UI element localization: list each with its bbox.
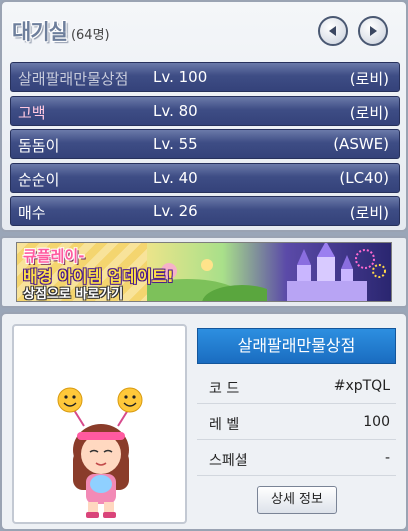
level-row: 레 벨 100 [197, 404, 396, 440]
player-list: 살래팔래만물상점 Lv. 100 (로비) 고백 Lv. 80 (로비) 돔돔이… [10, 62, 400, 230]
detail-info-button[interactable]: 상세 정보 [257, 486, 337, 514]
title-row: 대기실 (64명) [12, 16, 110, 46]
arrow-left-icon [329, 26, 336, 36]
player-row[interactable]: 매수 Lv. 26 (로비) [10, 196, 400, 226]
player-row[interactable]: 순순이 Lv. 40 (LC40) [10, 162, 400, 193]
shop-banner[interactable]: 큐플레이- 배경 아이템 업데이트! 상점으로 바로가기 [16, 242, 392, 302]
code-value: #xpTQL [333, 378, 390, 394]
avatar [57, 387, 143, 518]
player-guild: (ASWE) [333, 135, 389, 153]
player-guild: (LC40) [339, 168, 389, 187]
level-value: 100 [363, 414, 390, 430]
player-level: Lv. 80 [153, 101, 198, 120]
player-guild: (로비) [349, 70, 389, 88]
player-name: 돔돔이 [18, 137, 60, 155]
prev-page-button[interactable] [318, 16, 348, 46]
selected-player-name: 살래팔래만물상점 [197, 328, 396, 364]
player-name: 살래팔래만물상점 [18, 70, 129, 88]
banner-strip: 큐플레이- 배경 아이템 업데이트! 상점으로 바로가기 [0, 236, 408, 308]
player-name: 매수 [18, 204, 46, 222]
player-level: Lv. 26 [153, 202, 198, 220]
avatar-box [12, 324, 187, 524]
player-detail-panel: 살래팔래만물상점 코 드 #xpTQL 레 벨 100 스페셜 - 상세 정보 [0, 312, 408, 531]
arrow-right-icon [370, 26, 377, 36]
special-label: 스페셜 [209, 453, 248, 469]
player-level: Lv. 40 [153, 168, 198, 187]
level-label: 레 벨 [209, 417, 240, 433]
waiting-room-panel: 대기실 (64명) 살래팔래만물상점 Lv. 100 (로비) 고백 Lv. 8… [0, 0, 408, 232]
special-row: 스페셜 - [197, 440, 396, 476]
player-name: 고백 [18, 103, 46, 122]
castle-illustration [287, 243, 386, 301]
player-name: 순순이 [18, 170, 60, 189]
player-level: Lv. 100 [153, 68, 208, 86]
player-guild: (로비) [349, 204, 389, 222]
special-value: - [384, 450, 390, 466]
player-row[interactable]: 고백 Lv. 80 (로비) [10, 95, 400, 126]
code-label: 코 드 [209, 381, 240, 397]
banner-line-3: 상점으로 바로가기 [23, 287, 124, 302]
player-count: (64명) [70, 28, 110, 43]
player-row[interactable]: 돔돔이 Lv. 55 (ASWE) [10, 129, 400, 159]
player-guild: (로비) [349, 103, 389, 122]
player-level: Lv. 55 [153, 135, 198, 153]
code-row: 코 드 #xpTQL [197, 368, 396, 404]
player-row[interactable]: 살래팔래만물상점 Lv. 100 (로비) [10, 62, 400, 92]
next-page-button[interactable] [358, 16, 388, 46]
room-title: 대기실 [12, 20, 68, 44]
